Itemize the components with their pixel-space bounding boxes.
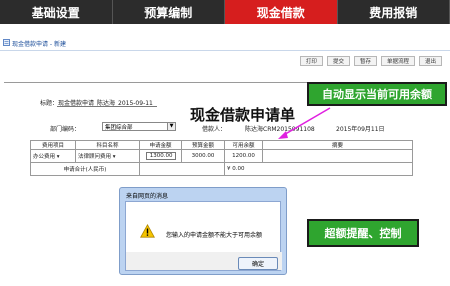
ok-button[interactable]: 确定 [238,257,278,270]
alert-dialog: 来自网页的消息 您输入的申请金额不能大于可用余额 确定 [119,187,287,275]
warning-icon [140,224,155,238]
dialog-body: 您输入的申请金额不能大于可用余额 确定 [125,201,282,271]
dialog-title: 来自网页的消息 [126,193,169,200]
dialog-message: 您输入的申请金额不能大于可用余额 [166,232,263,239]
callout-balance: 自动显示当前可用余额 [307,82,447,106]
screen: 基础设置 预算编制 现金借款 费用报销 现金借款申请 - 新建 打印 提交 暂存… [0,0,450,286]
callout-overlimit: 超额提醒、控制 [307,219,419,247]
